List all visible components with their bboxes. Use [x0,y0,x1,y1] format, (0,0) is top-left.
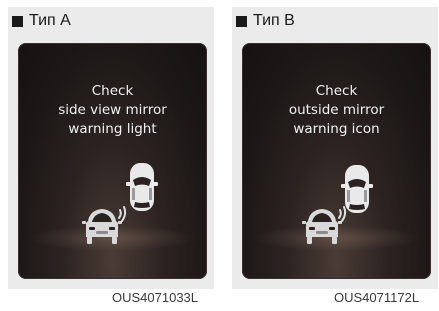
cluster-display: Check side view mirror warning light [18,43,207,279]
approaching-car-icon [82,209,122,244]
panel-type-a: Тип A Check side view mirror warning lig… [8,7,214,289]
car-top-view-icon [341,165,373,213]
type-label-text: Тип B [253,12,295,29]
car-top-view-icon [126,163,158,211]
type-label: Тип A [12,11,71,31]
blind-spot-illustration [302,165,373,244]
panel-type-b: Тип B Check outside mirror warning icon [232,7,438,289]
signal-waves-icon [118,206,127,222]
type-label: Тип B [236,11,295,31]
blind-spot-illustration [82,163,158,244]
image-code: OUS4071033L [112,290,199,305]
approaching-car-icon [302,209,342,244]
cluster-display: Check outside mirror warning icon [242,43,431,279]
bullet-square-icon [236,15,247,27]
signal-waves-icon [338,206,347,222]
image-code: OUS4071172L [334,290,420,305]
type-label-text: Тип A [29,12,71,29]
bullet-square-icon [12,15,23,27]
